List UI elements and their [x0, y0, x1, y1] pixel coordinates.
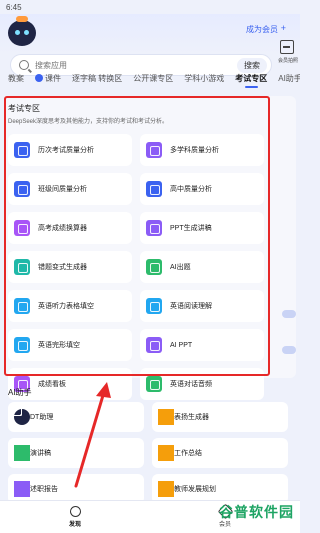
ear-icon	[14, 298, 30, 314]
tab-label: 逐字稿 转换区	[72, 73, 123, 83]
ai-tool-label: 述职报告	[30, 486, 58, 493]
exam-tool-card[interactable]: AI出题	[140, 251, 264, 283]
reading-icon	[146, 298, 162, 314]
exam-tool-card[interactable]: AI PPT	[140, 329, 264, 361]
ai-tool-card[interactable]: 演讲稿	[8, 438, 144, 468]
ai-tools-grid: DT助理 表扬生成器演讲稿 工作总结述职报告 教师发展规划	[8, 402, 288, 504]
scan-label: 会员拍照	[277, 58, 298, 64]
tab-4[interactable]: 学科小游戏	[184, 73, 224, 84]
tab-6[interactable]: AI助手	[278, 73, 300, 84]
exam-tool-card[interactable]: 班级间质量分析	[8, 173, 132, 205]
ai-tool-label: 演讲稿	[30, 450, 51, 457]
exam-tool-card[interactable]: 英语对话音频	[140, 368, 264, 400]
tab-2[interactable]: 逐字稿 转换区	[72, 73, 122, 84]
globe-icon	[35, 74, 43, 82]
exam-tool-card[interactable]: 英语完形填空	[8, 329, 132, 361]
tab-label: 考试专区	[235, 73, 268, 83]
exam-section-subtitle: DeepSeek深度思考及其他能力，支持你的考试和考试分析。	[8, 119, 169, 125]
exam-tool-label: 错题变式生成器	[38, 264, 87, 271]
grad-cap-icon	[146, 181, 162, 197]
tab-label: 公开课专区	[133, 73, 174, 83]
exam-tool-label: 多学科质量分析	[170, 147, 219, 154]
exam-tool-label: AI PPT	[170, 341, 193, 349]
exam-tool-label: 历次考试质量分析	[38, 147, 94, 154]
watermark-logo: 谷普软件园	[219, 504, 294, 520]
camera-scan-icon[interactable]	[280, 40, 294, 54]
quiz-icon	[146, 259, 162, 275]
exam-tool-label: 班级间质量分析	[38, 186, 87, 193]
exam-tool-label: AI出题	[170, 264, 191, 271]
variation-icon	[14, 259, 30, 275]
plan-icon	[158, 481, 174, 497]
ppt-icon	[146, 337, 162, 353]
ai-tool-label: DT助理	[30, 414, 54, 421]
summary-icon	[158, 445, 174, 461]
exam-tools-grid: 历次考试质量分析 多学科质量分析班级间质量分析 高中质量分析高考成绩换算器 PPT生成…	[8, 134, 264, 400]
tab-1[interactable]: 课件	[35, 73, 61, 84]
exam-tool-label: 英语阅读理解	[170, 303, 212, 310]
exam-tool-card[interactable]: 历次考试质量分析	[8, 134, 132, 166]
exam-tool-card[interactable]: 英语听力表格填空	[8, 290, 132, 322]
exam-tool-label: 英语听力表格填空	[38, 303, 94, 310]
tab-3[interactable]: 公开课专区	[133, 73, 173, 84]
tab-5[interactable]: 考试专区	[235, 73, 268, 88]
exam-tool-card[interactable]: 错题变式生成器	[8, 251, 132, 283]
tab-label: 学科小游戏	[184, 73, 225, 83]
side-tag-icon	[282, 310, 296, 318]
exam-tool-label: 英语对话音频	[170, 381, 212, 388]
tab-0[interactable]: 教案	[8, 73, 24, 84]
exam-section-title: 考试专区	[8, 104, 40, 113]
tab-label: 课件	[45, 73, 61, 83]
speech-icon	[14, 445, 30, 461]
exam-tool-label: 英语完形填空	[38, 342, 80, 349]
ai-tool-label: 表扬生成器	[174, 414, 209, 421]
calculator-icon	[14, 220, 30, 236]
puzzle-icon	[14, 337, 30, 353]
class-compare-icon	[14, 181, 30, 197]
exam-tool-card[interactable]: 英语阅读理解	[140, 290, 264, 322]
exam-tool-card[interactable]: 多学科质量分析	[140, 134, 264, 166]
vip-plus-icon[interactable]: +	[281, 23, 286, 33]
ppt-script-icon	[146, 220, 162, 236]
exam-tool-card[interactable]: 高考成绩换算器	[8, 212, 132, 244]
tab-label: AI助手	[278, 73, 300, 83]
category-tab-bar: 教案课件逐字稿 转换区公开课专区学科小游戏考试专区AI助手幼儿	[0, 68, 300, 88]
mascot-logo-icon	[8, 16, 36, 46]
bar-chart-icon	[14, 142, 30, 158]
praise-icon	[158, 409, 174, 425]
nav-item-0[interactable]: 发现	[0, 501, 150, 533]
ai-tool-label: 教师发展规划	[174, 486, 216, 493]
report-icon	[14, 481, 30, 497]
exam-tool-label: 高中质量分析	[170, 186, 212, 193]
ai-tool-card[interactable]: DT助理	[8, 402, 144, 432]
exam-tool-label: 成绩看板	[38, 381, 66, 388]
top-header: 成为会员 +	[0, 14, 300, 54]
headphones-icon	[146, 376, 162, 392]
exam-tool-label: PPT生成讲稿	[170, 225, 212, 232]
exam-tool-label: 高考成绩换算器	[38, 225, 87, 232]
ai-section-title: AI助手	[8, 388, 32, 397]
exam-tool-card[interactable]: PPT生成讲稿	[140, 212, 264, 244]
status-time: 6:45	[6, 2, 22, 12]
become-member-link[interactable]: 成为会员	[246, 24, 278, 35]
document-chart-icon	[146, 142, 162, 158]
side-tag-icon	[282, 346, 296, 354]
compass-icon	[69, 506, 81, 517]
tab-label: 教案	[8, 73, 24, 83]
exam-tool-card[interactable]: 高中质量分析	[140, 173, 264, 205]
ai-tool-card[interactable]: 工作总结	[152, 438, 288, 468]
ai-tool-label: 工作总结	[174, 450, 202, 457]
status-bar: 6:45	[0, 0, 300, 14]
ai-tool-card[interactable]: 表扬生成器	[152, 402, 288, 432]
nav-label: 发现	[68, 522, 81, 528]
